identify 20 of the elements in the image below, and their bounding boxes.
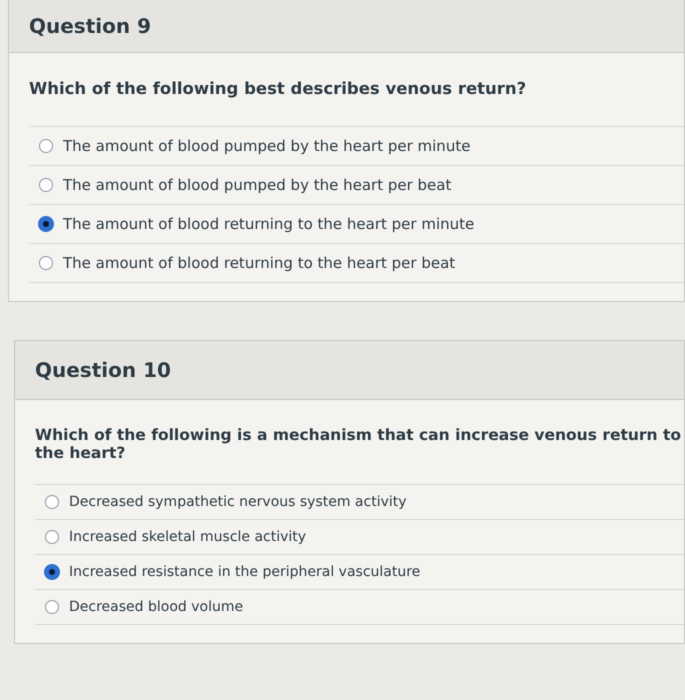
answer-label[interactable]: The amount of blood pumped by the heart per beat [63,176,452,194]
answer-label[interactable]: The amount of blood returning to the heart per minute [63,215,474,233]
radio-button[interactable] [45,530,59,544]
answer-label[interactable]: The amount of blood pumped by the heart per minute [63,137,470,155]
radio-button[interactable] [39,178,53,192]
radio-button[interactable] [39,217,53,231]
radio-button[interactable] [39,139,53,153]
question-title: Question 10 [35,358,171,382]
question-text: Which of the following is a mechanism that can increase venous return to the heart? [35,426,682,462]
radio-button[interactable] [45,600,59,614]
question-text: Which of the following best describes venous return? [29,79,528,98]
radio-button[interactable] [39,256,53,270]
answer-label[interactable]: Increased resistance in the peripheral vasculature [69,564,420,580]
answer-label[interactable]: Increased skeletal muscle activity [69,529,306,545]
radio-button[interactable] [45,495,59,509]
answer-label[interactable]: Decreased blood volume [69,599,244,615]
radio-button[interactable] [45,565,59,579]
answer-label[interactable]: The amount of blood returning to the heart per beat [63,254,456,272]
question-title: Question 9 [29,14,151,38]
answer-label[interactable]: Decreased sympathetic nervous system activity [69,494,407,510]
